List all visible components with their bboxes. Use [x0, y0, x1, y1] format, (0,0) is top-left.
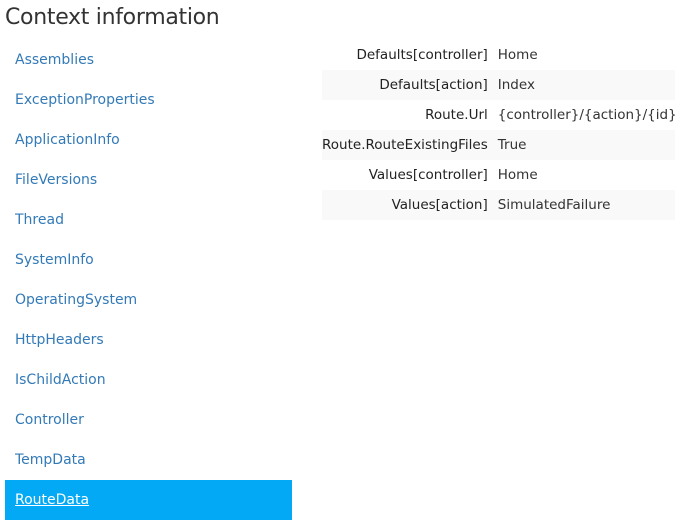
- sidebar-item-thread[interactable]: Thread: [5, 200, 292, 240]
- sidebar-item-controller[interactable]: Controller: [5, 400, 292, 440]
- table-row: Values[controller] Home: [322, 160, 675, 190]
- row-key: Defaults[controller]: [356, 47, 488, 63]
- sidebar-item-operating-system[interactable]: OperatingSystem: [5, 280, 292, 320]
- sidebar-item-route-data[interactable]: RouteData: [5, 480, 292, 520]
- sidebar-item-file-versions[interactable]: FileVersions: [5, 160, 292, 200]
- row-value: Index: [497, 70, 675, 100]
- route-data-table: Defaults[controller] Home Defaults[actio…: [322, 40, 675, 220]
- sidebar-item-temp-data[interactable]: TempData: [5, 440, 292, 480]
- row-key: Defaults[action]: [322, 70, 498, 100]
- row-key: Route.Url: [425, 107, 488, 123]
- context-sidebar-nav: Assemblies ExceptionProperties Applicati…: [5, 40, 292, 520]
- row-key: Values[action]: [322, 190, 498, 220]
- table-row: Values[action] SimulatedFailure: [322, 190, 675, 220]
- row-key: Route.RouteExistingFiles: [322, 130, 498, 160]
- row-value: {controller}/{action}/{id}: [497, 107, 675, 123]
- row-value: Home: [497, 167, 538, 183]
- sidebar-item-is-child-action[interactable]: IsChildAction: [5, 360, 292, 400]
- table-row: Defaults[action] Index: [322, 70, 675, 100]
- row-value: True: [497, 130, 675, 160]
- table-row: Defaults[controller] Home: [322, 40, 675, 70]
- table-row: Route.Url {controller}/{action}/{id}: [322, 100, 675, 130]
- sidebar-item-http-headers[interactable]: HttpHeaders: [5, 320, 292, 360]
- row-value: Home: [497, 47, 538, 63]
- sidebar-item-exception-properties[interactable]: ExceptionProperties: [5, 80, 292, 120]
- sidebar-item-system-info[interactable]: SystemInfo: [5, 240, 292, 280]
- row-value: SimulatedFailure: [497, 190, 675, 220]
- row-key: Values[controller]: [368, 167, 488, 183]
- page-title: Context information: [5, 5, 220, 30]
- sidebar-item-assemblies[interactable]: Assemblies: [5, 40, 292, 80]
- sidebar-item-application-info[interactable]: ApplicationInfo: [5, 120, 292, 160]
- table-row: Route.RouteExistingFiles True: [322, 130, 675, 160]
